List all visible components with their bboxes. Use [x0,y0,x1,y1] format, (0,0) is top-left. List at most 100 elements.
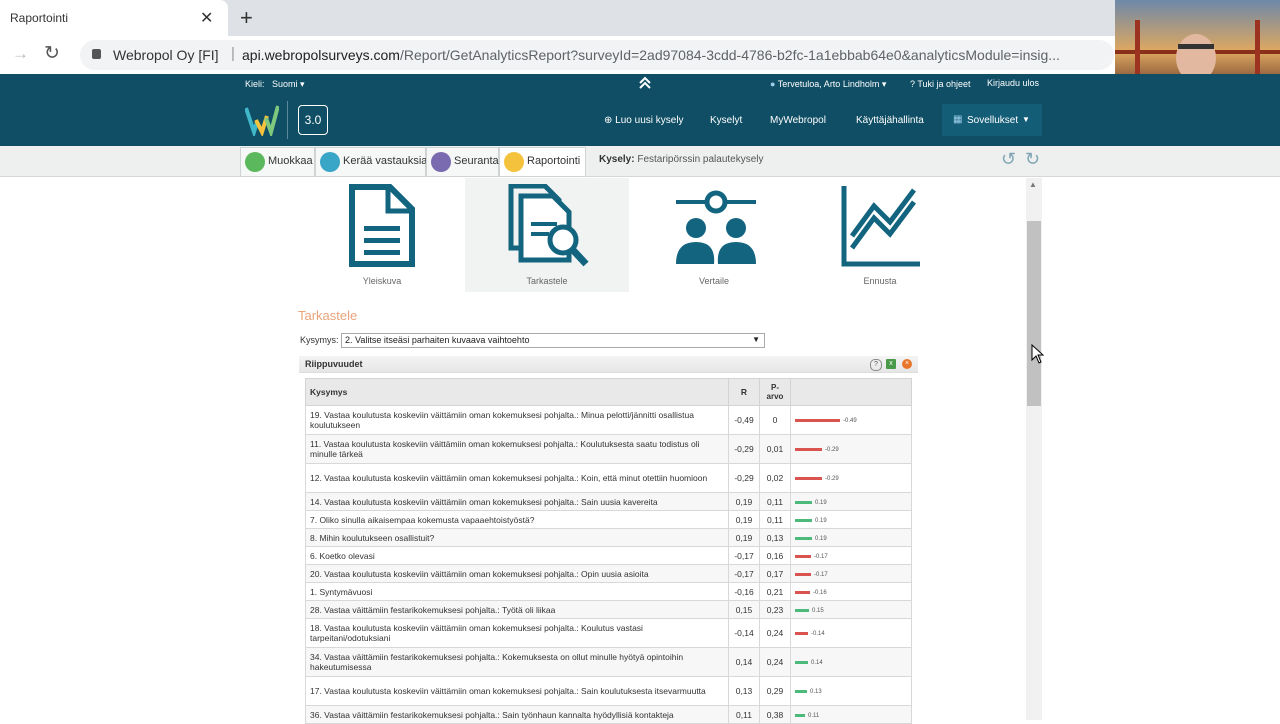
logout-link[interactable]: Kirjaudu ulos [987,78,1039,88]
menu-apps[interactable]: ▦ Sovellukset ▼ [942,104,1042,136]
compare-people-icon [676,190,756,264]
url-input[interactable]: Webropol Oy [FI] | api.webropolsurveys.c… [80,40,1114,70]
table-header-row: Kysymys R P-arvo [305,378,912,406]
collect-button[interactable]: Kerää vastauksia [315,147,427,177]
row-question: 11. Vastaa koulutusta koskeviin väittämi… [305,434,729,464]
webropol-logo-icon[interactable] [245,102,279,136]
correlation-bar [795,690,807,694]
dependencies-table: Kysymys R P-arvo 19. Vastaa koulutusta k… [305,378,912,724]
table-row: 36. Vastaa väittämiin festarikokemuksesi… [305,705,912,724]
row-question: 20. Vastaa koulutusta koskeviin väittämi… [305,564,729,583]
row-question: 17. Vastaa koulutusta koskeviin väittämi… [305,676,729,706]
correlation-bar [795,572,811,576]
column-header-question: Kysymys [305,378,729,406]
close-panel-icon[interactable]: × [902,359,912,369]
scroll-up-arrow-icon[interactable]: ▲ [1029,180,1037,189]
row-p-value: 0,11 [759,510,791,529]
row-p-value: 0,01 [759,434,791,464]
url-path: /Report/GetAnalyticsReport?surveyId=2ad9… [399,47,1060,63]
lock-icon [92,49,101,59]
menu-mywebropol[interactable]: MyWebropol [770,115,826,126]
correlation-bar-label: 0.11 [808,712,820,719]
close-icon[interactable]: ✕ [200,8,213,28]
scroll-thumb[interactable] [1027,221,1041,406]
row-r-value: -0,17 [728,564,760,583]
follow-button[interactable]: Seuranta [426,147,499,177]
question-label: Kysymys: [300,335,339,345]
address-bar: → ↻ Webropol Oy [FI] | api.webropolsurve… [0,36,1280,75]
redo-icon[interactable]: ↻ [1025,149,1040,170]
undo-icon[interactable]: ↺ [1001,149,1016,170]
column-header-p: P-arvo [759,378,791,406]
row-r-value: 0,14 [728,647,760,677]
row-r-value: -0,17 [728,546,760,565]
version-badge: 3.0 [298,105,328,135]
row-p-value: 0,16 [759,546,791,565]
site-identity: Webropol Oy [FI] [113,47,219,63]
row-r-value: 0,19 [728,492,760,511]
row-question: 14. Vastaa koulutusta koskeviin väittämi… [305,492,729,511]
correlation-bar-label: -0.17 [814,553,828,560]
menu-user-management[interactable]: Käyttäjähallinta [856,115,924,126]
row-p-value: 0,38 [759,705,791,724]
panel-title: Riippuvuudet [305,359,363,369]
grid-icon: ▦ [953,114,963,125]
module-inspect[interactable]: Tarkastele [465,178,629,292]
table-row: 6. Koetko olevasi -0,17 0,16 -0.17 [305,546,912,565]
row-r-value: -0,16 [728,582,760,601]
menu-new-survey[interactable]: ⊕ Luo uusi kysely [604,115,684,126]
new-tab-icon[interactable]: + [240,5,253,31]
row-bar-cell: -0.29 [790,434,912,464]
column-header-r: R [728,378,760,406]
survey-name: Kysely: Festaripörssin palautekysely [599,154,764,165]
module-compare-label: Vertaile [698,276,730,286]
language-select[interactable]: Suomi ▾ [272,79,305,90]
collapse-header-icon[interactable] [638,76,652,93]
excel-export-icon[interactable]: x [886,359,896,369]
module-compare[interactable]: Vertaile [632,178,796,292]
section-title: Tarkastele [298,308,358,323]
report-button-label: Raportointi [527,155,581,167]
browser-tab[interactable]: Raportointi ✕ [0,0,228,36]
correlation-bar [795,518,812,522]
row-question: 7. Oliko sinulla aikaisempaa kokemusta v… [305,510,729,529]
module-overview[interactable]: Yleiskuva [300,178,464,292]
row-bar-cell: 0.19 [790,528,912,547]
row-bar-cell: -0.17 [790,564,912,583]
report-button[interactable]: Raportointi [499,147,586,177]
menu-surveys[interactable]: Kyselyt [710,115,742,126]
tab-title: Raportointi [10,11,69,25]
row-r-value: -0,49 [728,405,760,435]
user-menu[interactable]: ● Tervetuloa, Arto Lindholm ▾ [770,79,886,90]
row-bar-cell: -0.14 [790,618,912,648]
row-r-value: 0,11 [728,705,760,724]
table-row: 28. Vastaa väittämiin festarikokemuksesi… [305,600,912,619]
menu-new-survey-label: Luo uusi kysely [615,115,684,126]
module-forecast-label: Ennusta [863,276,897,286]
survey-toolbar: Muokkaa Kerää vastauksia Seuranta Raport… [0,146,1280,177]
module-forecast[interactable]: Ennusta [798,178,962,292]
language-label: Kieli: [245,79,265,89]
correlation-bar-label: -0.29 [825,475,839,482]
help-icon[interactable]: ? [870,359,882,371]
correlation-bar-label: -0.14 [811,630,825,637]
correlation-bar-label: 0.19 [815,517,827,524]
correlation-bar-label: -0.17 [814,571,828,578]
column-header-chart [790,378,912,406]
back-arrow-icon[interactable]: → [12,44,29,64]
row-p-value: 0,17 [759,564,791,583]
correlation-bar [795,554,811,558]
document-search-icon [508,184,589,267]
help-link[interactable]: ? Tuki ja ohjeet [910,79,971,89]
question-select[interactable]: 2. Valitse itseäsi parhaiten kuvaava vai… [341,333,765,348]
row-p-value: 0,21 [759,582,791,601]
correlation-bar-label: -0.29 [825,446,839,453]
row-p-value: 0,24 [759,618,791,648]
edit-button[interactable]: Muokkaa [240,147,315,177]
people-icon [320,152,340,172]
url-host: api.webropolsurveys.com [242,47,400,63]
table-body: 19. Vastaa koulutusta koskeviin väittämi… [305,405,912,724]
row-question: 19. Vastaa koulutusta koskeviin väittämi… [305,405,729,435]
reload-icon[interactable]: ↻ [44,42,60,65]
dependencies-panel-header: Riippuvuudet ? x × [299,356,918,373]
